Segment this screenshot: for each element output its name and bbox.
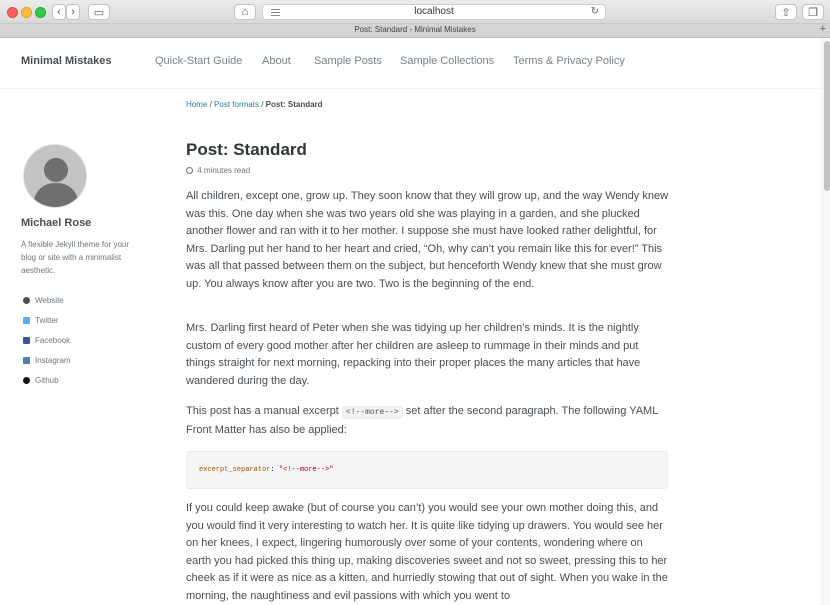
breadcrumb-post-formats[interactable]: Post formats	[214, 100, 259, 109]
inline-code: <!--more-->	[341, 406, 403, 419]
code-block: excerpt_separator: "<!--more-->"	[186, 451, 668, 489]
tab-title[interactable]: Post: Standard - Minimal Mistakes	[0, 25, 830, 34]
instagram-icon	[23, 356, 30, 364]
breadcrumb-separator: /	[209, 100, 212, 109]
address-text: localhost	[414, 6, 454, 17]
minimize-window-button[interactable]	[21, 7, 32, 18]
paragraph-text: This post has a manual excerpt	[186, 405, 342, 417]
close-window-button[interactable]	[7, 7, 18, 18]
nav-quick-start[interactable]: Quick-Start Guide	[155, 55, 242, 67]
code-line: excerpt_separator: "<!--more-->"	[199, 466, 333, 474]
sidebar-toggle-icon[interactable]: ▭	[88, 4, 110, 20]
avatar	[23, 144, 87, 208]
address-bar[interactable]: localhost ↻	[262, 4, 606, 20]
author-link-label: Website	[35, 295, 64, 305]
code-colon: :	[270, 466, 279, 474]
breadcrumb: Home / Post formats / Post: Standard	[186, 100, 323, 109]
nav-terms-privacy[interactable]: Terms & Privacy Policy	[513, 55, 625, 67]
scrollbar[interactable]	[822, 38, 830, 605]
author-link-label: Facebook	[35, 335, 71, 345]
author-links: Website Twitter Facebook Instagram Githu…	[21, 290, 71, 390]
forward-button[interactable]: ›	[66, 4, 80, 20]
read-time: 4 minutes read	[186, 166, 250, 175]
post-paragraph-2: Mrs. Darling first heard of Peter when s…	[186, 322, 641, 387]
code-value: "<!--more-->"	[278, 466, 334, 474]
globe-icon	[23, 296, 30, 304]
facebook-icon	[23, 336, 30, 344]
author-bio: A flexible Jekyll theme for your blog or…	[21, 240, 130, 275]
post-paragraph-4: If you could keep awake (but of course y…	[186, 502, 668, 602]
scrollbar-thumb[interactable]	[824, 41, 830, 191]
post-paragraph-1: All children, except one, grow up. They …	[186, 190, 669, 290]
nav-sample-posts[interactable]: Sample Posts	[314, 55, 382, 67]
author-link-label: Github	[35, 375, 59, 385]
tabs-overview-icon[interactable]: ❐	[802, 4, 824, 20]
twitter-icon	[23, 316, 30, 324]
page-title: Post: Standard	[186, 140, 307, 159]
author-link-facebook[interactable]: Facebook	[21, 330, 71, 350]
tab-bar: Post: Standard - Minimal Mistakes +	[0, 23, 830, 38]
home-icon[interactable]: ⌂	[234, 4, 256, 20]
author-link-website[interactable]: Website	[21, 290, 71, 310]
avatar-silhouette-icon	[24, 145, 86, 207]
read-time-text: 4 minutes read	[197, 166, 251, 175]
nav-about[interactable]: About	[262, 55, 291, 67]
author-name: Michael Rose	[21, 217, 92, 229]
code-key: excerpt_separator	[199, 466, 271, 474]
zoom-window-button[interactable]	[35, 7, 46, 18]
author-link-github[interactable]: Github	[21, 370, 71, 390]
masthead: Minimal Mistakes Quick-Start Guide About…	[0, 38, 822, 89]
clock-icon	[186, 167, 193, 174]
breadcrumb-home[interactable]: Home	[186, 100, 207, 109]
site-title[interactable]: Minimal Mistakes	[21, 55, 111, 67]
new-tab-button[interactable]: +	[820, 23, 826, 35]
author-link-label: Instagram	[35, 355, 71, 365]
author-link-label: Twitter	[35, 315, 59, 325]
browser-toolbar: ‹ › ▭ ⌂ localhost ↻ ⇧ ❐	[0, 0, 830, 24]
reload-icon[interactable]: ↻	[591, 6, 599, 17]
github-icon	[23, 376, 30, 384]
nav-sample-collections[interactable]: Sample Collections	[400, 55, 494, 67]
share-icon[interactable]: ⇧	[775, 4, 797, 20]
author-link-twitter[interactable]: Twitter	[21, 310, 71, 330]
back-button[interactable]: ‹	[52, 4, 66, 20]
author-link-instagram[interactable]: Instagram	[21, 350, 71, 370]
post-paragraph-3: This post has a manual excerpt <!--more-…	[186, 403, 670, 439]
breadcrumb-current: Post: Standard	[265, 100, 323, 109]
breadcrumb-separator: /	[261, 100, 264, 109]
